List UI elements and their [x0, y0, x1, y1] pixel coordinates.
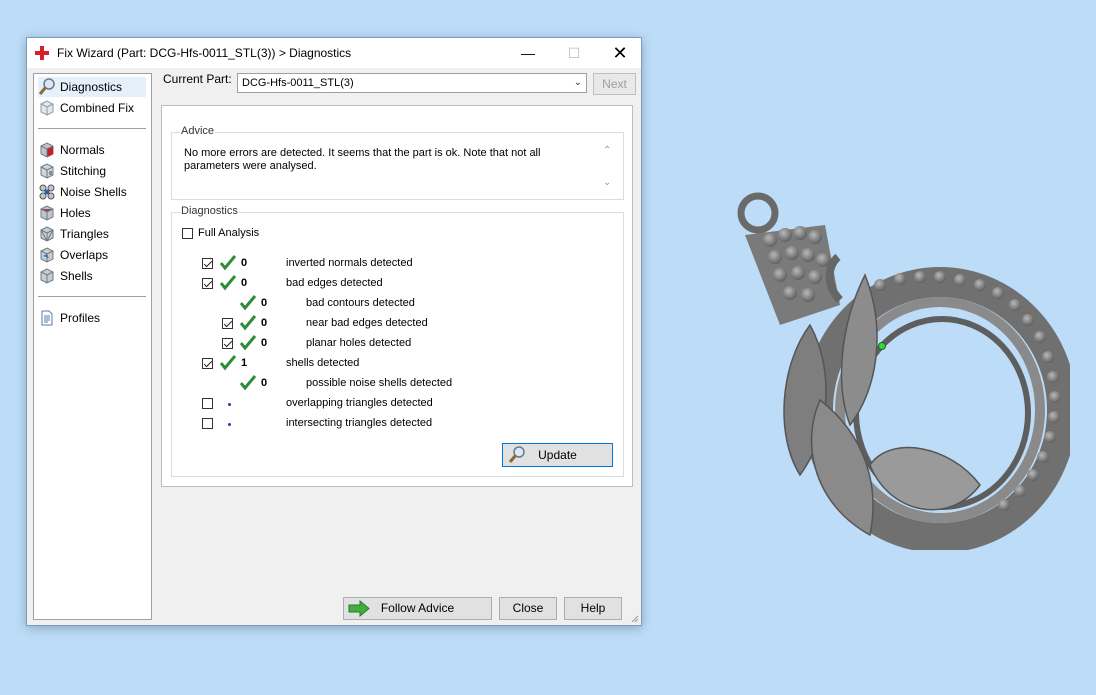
shells-count: 1 — [241, 357, 248, 369]
maximize-button[interactable]: ☐ — [551, 38, 597, 68]
sidebar-item-profiles[interactable]: Profiles — [38, 308, 100, 328]
window-title: Fix Wizard (Part: DCG-Hfs-0011_STL(3)) >… — [57, 46, 352, 60]
sidebar-item-label: Triangles — [60, 227, 109, 241]
sidebar-item-noise-shells[interactable]: Noise Shells — [38, 182, 127, 202]
pending-dot-icon — [228, 423, 231, 426]
sidebar-item-label: Profiles — [60, 311, 101, 325]
title-bar[interactable]: Fix Wizard (Part: DCG-Hfs-0011_STL(3)) >… — [27, 38, 641, 68]
advice-scrollbar[interactable]: ⌃ ⌄ — [601, 145, 615, 189]
shells-checkbox[interactable] — [202, 358, 213, 369]
current-part-value: DCG-Hfs-0011_STL(3) — [242, 77, 354, 89]
next-button[interactable]: Next — [593, 73, 636, 95]
fix-wizard-window: Fix Wizard (Part: DCG-Hfs-0011_STL(3)) >… — [26, 37, 642, 626]
shells-label: shells detected — [286, 357, 360, 369]
green-check-icon — [220, 255, 236, 271]
diagnostics-group: Diagnostics Full Analysis 0 inverted nor… — [171, 205, 624, 477]
sidebar-item-label: Overlaps — [60, 248, 109, 262]
help-button[interactable]: Help — [564, 597, 622, 620]
sidebar-item-label: Noise Shells — [60, 185, 127, 199]
sidebar-item-overlaps[interactable]: Overlaps — [38, 245, 108, 265]
green-check-icon — [240, 295, 256, 311]
inverted-normals-checkbox[interactable] — [202, 258, 213, 269]
intersecting-triangles-checkbox[interactable] — [202, 418, 213, 429]
sidebar-item-holes[interactable]: Holes — [38, 203, 91, 223]
diagnostics-heading: Diagnostics — [180, 205, 239, 217]
sidebar-item-label: Holes — [60, 206, 91, 220]
bad-contours-label: bad contours detected — [306, 297, 415, 309]
inverted-normals-label: inverted normals detected — [286, 257, 413, 269]
planar-holes-label: planar holes detected — [306, 337, 412, 349]
full-analysis-label: Full Analysis — [198, 227, 260, 239]
sidebar-item-triangles[interactable]: Triangles — [38, 224, 109, 244]
triangles-cube-icon — [38, 225, 56, 243]
holes-cube-icon — [38, 204, 56, 222]
magnifier-icon — [38, 78, 56, 96]
shells-cube-icon — [38, 267, 56, 285]
minimize-button[interactable]: — — [505, 38, 551, 68]
sidebar-item-shells[interactable]: Shells — [38, 266, 93, 286]
sidebar-item-label: Normals — [60, 143, 105, 157]
sidebar-item-diagnostics[interactable]: Diagnostics — [38, 77, 146, 97]
stitching-cube-icon — [38, 162, 56, 180]
noise-shells-count: 0 — [261, 377, 268, 389]
near-bad-edges-label: near bad edges detected — [306, 317, 428, 329]
advice-text: No more errors are detected. It seems th… — [184, 147, 541, 172]
close-window-button[interactable]: ✕ — [597, 38, 643, 68]
bad-edges-count: 0 — [241, 277, 248, 289]
green-check-icon — [240, 335, 256, 351]
planar-holes-count: 0 — [261, 337, 268, 349]
wizard-sidebar: Diagnostics Combined Fix Normals Stitchi… — [33, 73, 152, 620]
red-cross-icon — [35, 46, 49, 60]
green-check-icon — [240, 375, 256, 391]
sidebar-item-stitching[interactable]: Stitching — [38, 161, 106, 181]
intersecting-triangles-label: intersecting triangles detected — [286, 417, 433, 429]
pending-dot-icon — [228, 403, 231, 406]
green-arrow-icon — [348, 600, 370, 617]
overlaps-cube-icon — [38, 246, 56, 264]
noise-shells-label: possible noise shells detected — [306, 377, 453, 389]
overlapping-triangles-label: overlapping triangles detected — [286, 397, 433, 409]
cube-icon — [38, 99, 56, 117]
current-part-label: Current Part: — [163, 72, 232, 86]
chevron-down-icon: ⌄ — [573, 77, 582, 88]
sidebar-item-label: Combined Fix — [60, 101, 135, 115]
noise-shells-icon — [38, 183, 56, 201]
sidebar-divider — [38, 128, 146, 129]
normals-cube-icon — [38, 141, 56, 159]
full-analysis-checkbox[interactable] — [182, 228, 193, 239]
near-bad-edges-count: 0 — [261, 317, 268, 329]
pendant-3d-model[interactable] — [720, 185, 1070, 550]
sidebar-item-combined-fix[interactable]: Combined Fix — [38, 98, 134, 118]
green-check-icon — [220, 275, 236, 291]
planar-holes-checkbox[interactable] — [222, 338, 233, 349]
scroll-down-icon[interactable]: ⌄ — [603, 177, 611, 188]
update-button[interactable]: Update — [502, 443, 613, 467]
sidebar-item-label: Stitching — [60, 164, 107, 178]
follow-advice-label: Follow Advice — [380, 601, 455, 615]
near-bad-edges-checkbox[interactable] — [222, 318, 233, 329]
document-icon — [38, 309, 56, 327]
overlapping-triangles-checkbox[interactable] — [202, 398, 213, 409]
scroll-up-icon[interactable]: ⌃ — [603, 145, 611, 156]
sidebar-item-normals[interactable]: Normals — [38, 140, 105, 160]
diagnostics-panel: Advice No more errors are detected. It s… — [161, 105, 633, 487]
sidebar-item-label: Shells — [60, 269, 93, 283]
update-label: Update — [538, 448, 577, 462]
green-check-icon — [220, 355, 236, 371]
magnifier-icon — [508, 446, 525, 463]
bad-edges-checkbox[interactable] — [202, 278, 213, 289]
sidebar-divider — [38, 296, 146, 297]
inverted-normals-count: 0 — [241, 257, 248, 269]
advice-heading: Advice — [180, 125, 216, 137]
advice-group: Advice No more errors are detected. It s… — [171, 125, 624, 200]
sidebar-item-label: Diagnostics — [60, 80, 123, 94]
current-part-select[interactable]: DCG-Hfs-0011_STL(3) ⌄ — [237, 73, 587, 93]
bad-edges-label: bad edges detected — [286, 277, 383, 289]
bad-contours-count: 0 — [261, 297, 268, 309]
resize-grip-icon[interactable] — [629, 613, 639, 623]
follow-advice-button[interactable]: Follow Advice — [343, 597, 492, 620]
close-button[interactable]: Close — [499, 597, 557, 620]
green-check-icon — [240, 315, 256, 331]
